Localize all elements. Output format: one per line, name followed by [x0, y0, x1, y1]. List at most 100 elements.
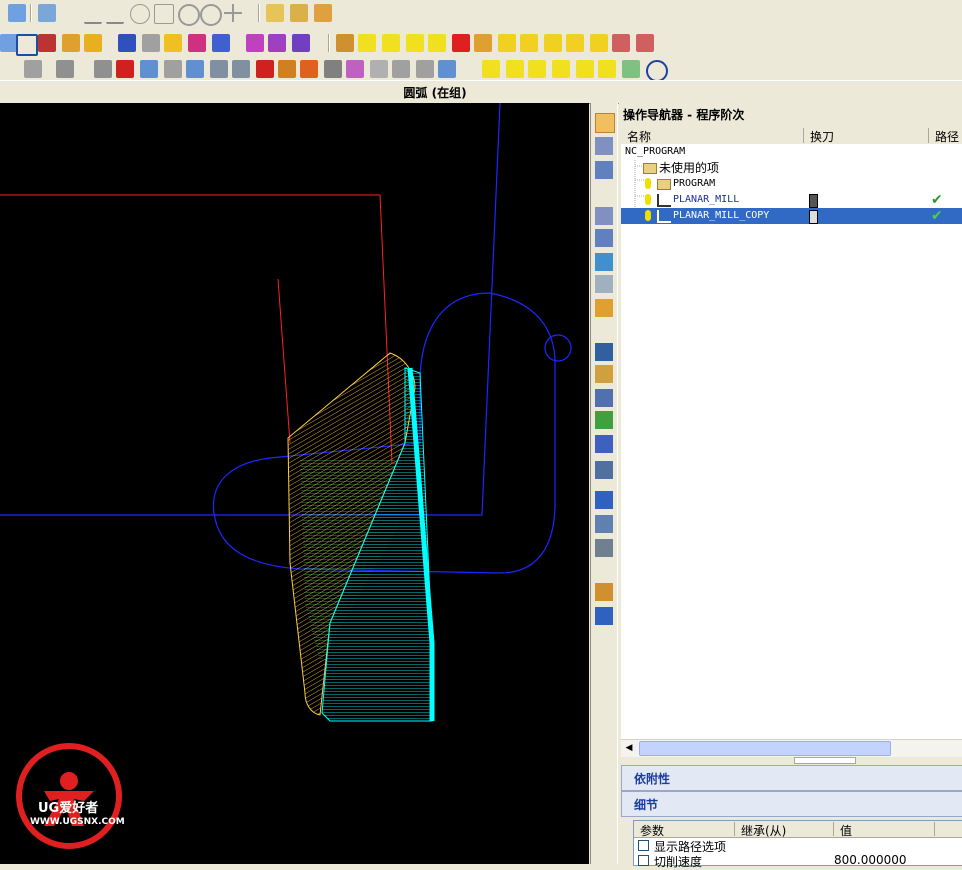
flag-icon[interactable] [598, 60, 616, 78]
tree-row-program[interactable]: PROGRAM [621, 176, 962, 192]
line-icon[interactable] [84, 4, 102, 24]
cube-tab-icon[interactable] [595, 253, 613, 271]
power-icon[interactable] [406, 34, 424, 52]
postprocess-icon[interactable] [520, 34, 538, 52]
assembly-tab-icon[interactable] [595, 207, 613, 225]
generate-icon[interactable] [336, 34, 354, 52]
diamond-icon[interactable] [392, 60, 410, 78]
details-row[interactable]: 显示路径选项 [634, 838, 962, 854]
output-tab-icon[interactable] [595, 583, 613, 601]
column-name[interactable]: 名称 [621, 128, 804, 144]
method-view-icon[interactable] [188, 34, 206, 52]
ruler-icon[interactable] [266, 4, 284, 22]
abc-icon[interactable] [428, 34, 446, 52]
time-tab-icon[interactable] [595, 539, 613, 557]
check-tab-icon[interactable] [595, 411, 613, 429]
create-method-icon[interactable] [62, 34, 80, 52]
part-tab-icon[interactable] [595, 229, 613, 247]
column-param[interactable]: 参数 [634, 822, 735, 838]
navigator-tab-icon[interactable] [595, 113, 615, 133]
orange-icon[interactable] [300, 60, 318, 78]
column-tool-change[interactable]: 换刀 [804, 128, 929, 144]
replay-icon[interactable] [358, 34, 376, 52]
cross-icon[interactable] [224, 4, 242, 22]
create-geometry-icon[interactable] [38, 34, 56, 52]
geometry-view-icon[interactable] [164, 34, 182, 52]
line-tool-icon[interactable] [106, 4, 124, 24]
graphics-viewport[interactable]: UG爱好者 WWW.UGSNX.COM [0, 103, 589, 864]
point-icon[interactable] [154, 4, 174, 24]
list-icon[interactable] [474, 34, 492, 52]
edit-icon[interactable] [314, 4, 332, 22]
circle-icon[interactable] [200, 4, 222, 26]
scroll-thumb[interactable] [639, 741, 891, 756]
transform-icon[interactable] [210, 60, 228, 78]
roles-tab-icon[interactable] [595, 343, 613, 361]
flat-icon[interactable] [370, 60, 388, 78]
palette-tab-icon[interactable] [595, 389, 613, 407]
output-icon[interactable] [544, 34, 562, 52]
box-icon[interactable] [140, 60, 158, 78]
chart-icon[interactable] [552, 60, 570, 78]
purple-icon[interactable] [346, 60, 364, 78]
gray-icon[interactable] [416, 60, 434, 78]
copy-icon[interactable] [232, 60, 250, 78]
column-value[interactable]: 值 [834, 822, 935, 838]
options-icon[interactable] [636, 34, 654, 52]
book-icon[interactable] [94, 60, 112, 78]
cube-red-icon[interactable] [116, 60, 134, 78]
layer-icon[interactable] [292, 34, 310, 52]
delete-icon[interactable] [612, 34, 630, 52]
scroll-left-arrow-icon[interactable]: ◀ [623, 742, 635, 754]
unite-icon[interactable] [278, 60, 296, 78]
folder-icon[interactable] [438, 60, 456, 78]
tree-row-planar-mill-copy[interactable]: PLANAR_MILL_COPY ✔ [621, 208, 962, 224]
column-inherit[interactable]: 继承(从) [735, 822, 834, 838]
web-tab-icon[interactable] [595, 299, 613, 317]
verify-tab-icon[interactable] [595, 435, 613, 453]
feed-tab-icon[interactable] [595, 491, 613, 509]
simulate-tab-icon[interactable] [595, 461, 613, 479]
dimension-icon[interactable] [290, 4, 308, 22]
create-tool-icon[interactable] [16, 34, 38, 56]
machine-view-icon[interactable] [142, 34, 160, 52]
column-path[interactable]: 路径 [929, 128, 962, 144]
panel-icon[interactable] [164, 60, 182, 78]
name-icon[interactable] [498, 34, 516, 52]
properties-icon[interactable] [8, 4, 26, 22]
number-4-icon[interactable] [506, 60, 524, 78]
details-panel-header[interactable]: 细节 [621, 791, 962, 817]
history-tab-icon[interactable] [595, 275, 613, 293]
nc-icon[interactable] [528, 60, 546, 78]
tool-icon[interactable] [566, 34, 584, 52]
dependencies-panel-header[interactable]: 依附性 [621, 765, 962, 791]
details-row[interactable]: 切削速度 800.000000 [634, 853, 962, 869]
post-tab-icon[interactable] [595, 607, 613, 625]
navigator-tree[interactable]: NC_PROGRAM 未使用的项 PROGRAM PLANAR_MILL ✔ P… [621, 144, 962, 739]
view-icon[interactable] [24, 60, 42, 78]
create-operation-icon[interactable] [84, 34, 102, 52]
select-icon[interactable] [38, 4, 56, 22]
object-icon[interactable] [268, 34, 286, 52]
rotate-icon[interactable] [186, 60, 204, 78]
cut-speed-checkbox[interactable] [638, 855, 649, 866]
circle-center-icon[interactable] [178, 4, 200, 26]
report-icon[interactable] [590, 34, 608, 52]
shop-doc-icon[interactable] [452, 34, 470, 52]
grid-icon[interactable] [246, 34, 264, 52]
solid-red-icon[interactable] [256, 60, 274, 78]
navigator-horizontal-scrollbar[interactable]: ◀ [621, 739, 962, 757]
gouge-tab-icon[interactable] [595, 515, 613, 533]
arc-icon[interactable] [130, 4, 150, 24]
clipboard-icon[interactable] [576, 60, 594, 78]
panel-splitter[interactable] [794, 757, 856, 764]
lasso-icon[interactable] [646, 60, 668, 82]
text-icon[interactable] [212, 34, 230, 52]
tree-icon[interactable] [622, 60, 640, 78]
show-path-checkbox[interactable] [638, 840, 649, 851]
program-view-icon[interactable] [118, 34, 136, 52]
tree-row-planar-mill[interactable]: PLANAR_MILL ✔ [621, 192, 962, 208]
verify-icon[interactable] [382, 34, 400, 52]
cut-icon[interactable] [324, 60, 342, 78]
machine-tool-navigator-icon[interactable] [595, 137, 613, 155]
